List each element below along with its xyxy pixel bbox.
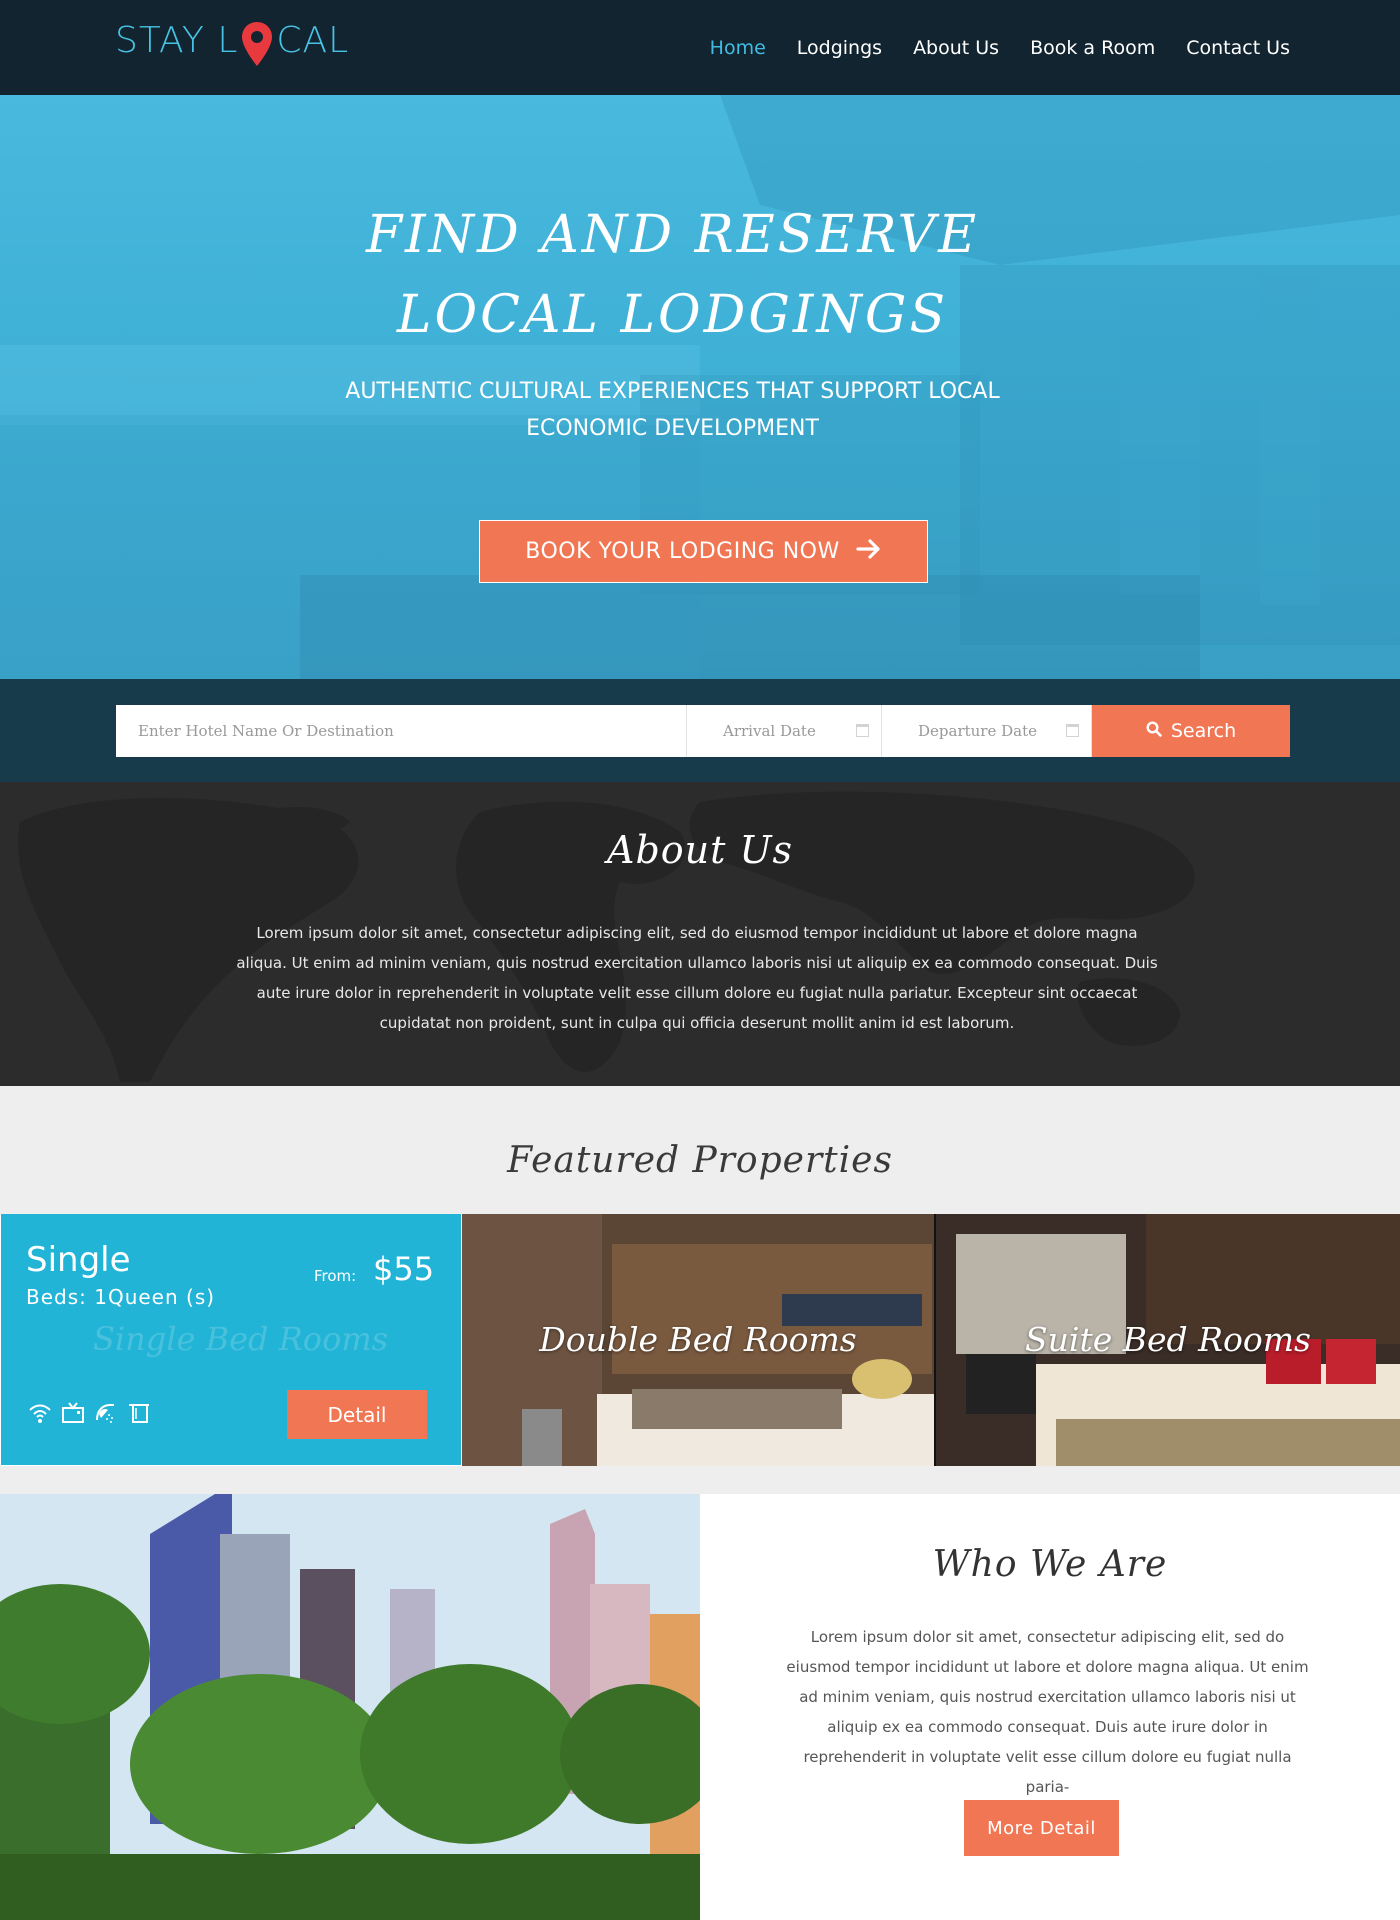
featured-cards: Single Beds: 1Queen (s) From: $55 Single… [0, 1214, 1400, 1466]
single-room-ghost-label: Single Bed Rooms [93, 1320, 389, 1358]
hero-title-line-1: FIND AND RESERVE [365, 205, 980, 265]
book-lodging-button[interactable]: BOOK YOUR LODGING NOW [479, 520, 928, 583]
arrow-right-icon [856, 538, 882, 565]
price-from-label: From: [314, 1267, 357, 1285]
arrival-date-placeholder: Arrival Date [723, 722, 816, 740]
hero-subtitle: AUTHENTIC CULTURAL EXPERIENCES THAT SUPP… [340, 373, 1005, 447]
single-room-beds: Beds: 1Queen (s) [26, 1285, 216, 1309]
single-room-price: $55 [373, 1250, 435, 1288]
who-we-are-text: Lorem ipsum dolor sit amet, consectetur … [786, 1628, 1309, 1796]
departure-date-placeholder: Departure Date [918, 722, 1037, 740]
book-lodging-label: BOOK YOUR LODGING NOW [525, 539, 840, 564]
single-room-card[interactable]: Single Beds: 1Queen (s) From: $55 Single… [0, 1214, 462, 1466]
suite-room-card[interactable]: Suite Bed Rooms [934, 1214, 1400, 1466]
search-icon [1146, 720, 1162, 742]
logo-text-right: CAL [276, 20, 350, 61]
hero-subtitle-line-2: ECONOMIC DEVELOPMENT [526, 416, 819, 441]
city-skyline-photo [0, 1494, 700, 1920]
about-section: About Us Lorem ipsum dolor sit amet, con… [0, 782, 1400, 1086]
search-strip: Arrival Date Departure Date Search [0, 679, 1400, 782]
arrival-date-field[interactable]: Arrival Date [687, 705, 882, 757]
nav-lodgings[interactable]: Lodgings [797, 30, 882, 66]
top-navbar: STAY L CAL Home Lodgings About Us Book a… [0, 0, 1400, 95]
main-nav: Home Lodgings About Us Book a Room Conta… [679, 30, 1290, 66]
suite-room-label: Suite Bed Rooms [1025, 1320, 1311, 1359]
hero-title-line-2: LOCAL LODGINGS [396, 285, 949, 345]
featured-title: Featured Properties [507, 1140, 893, 1181]
calendar-icon [1066, 724, 1079, 737]
double-room-label: Double Bed Rooms [539, 1320, 857, 1359]
who-we-are-title: Who We Are [932, 1544, 1168, 1585]
site-logo[interactable]: STAY L CAL [115, 18, 349, 80]
towel-icon [126, 1400, 152, 1426]
nav-about-us[interactable]: About Us [913, 30, 999, 66]
search-form: Arrival Date Departure Date Search [116, 705, 1290, 757]
single-room-title: Single [26, 1240, 131, 1280]
about-text: Lorem ipsum dolor sit amet, consectetur … [236, 924, 1158, 1032]
shower-icon [93, 1400, 119, 1426]
nav-home[interactable]: Home [710, 30, 766, 66]
nav-book-a-room[interactable]: Book a Room [1030, 30, 1155, 66]
hero-section: FIND AND RESERVE LOCAL LODGINGS AUTHENTI… [0, 95, 1400, 679]
more-detail-button[interactable]: More Detail [964, 1800, 1119, 1856]
who-we-are-section: Who We Are Lorem ipsum dolor sit amet, c… [0, 1494, 1400, 1920]
double-room-card[interactable]: Double Bed Rooms [462, 1214, 934, 1466]
single-room-detail-button[interactable]: Detail [287, 1390, 427, 1439]
logo-text-left: STAY L [115, 20, 239, 61]
about-title: About Us [607, 828, 793, 872]
tv-icon [60, 1400, 86, 1426]
amenities-list [27, 1400, 152, 1426]
search-button[interactable]: Search [1092, 705, 1290, 757]
search-button-label: Search [1170, 720, 1237, 742]
hero-title: FIND AND RESERVE LOCAL LODGINGS [0, 195, 1345, 355]
destination-input[interactable] [116, 705, 687, 757]
wifi-icon [27, 1400, 53, 1426]
hero-subtitle-line-1: AUTHENTIC CULTURAL EXPERIENCES THAT SUPP… [345, 379, 1000, 404]
nav-contact-us[interactable]: Contact Us [1186, 30, 1290, 66]
departure-date-field[interactable]: Departure Date [882, 705, 1092, 757]
calendar-icon [856, 724, 869, 737]
map-pin-icon [240, 18, 274, 80]
